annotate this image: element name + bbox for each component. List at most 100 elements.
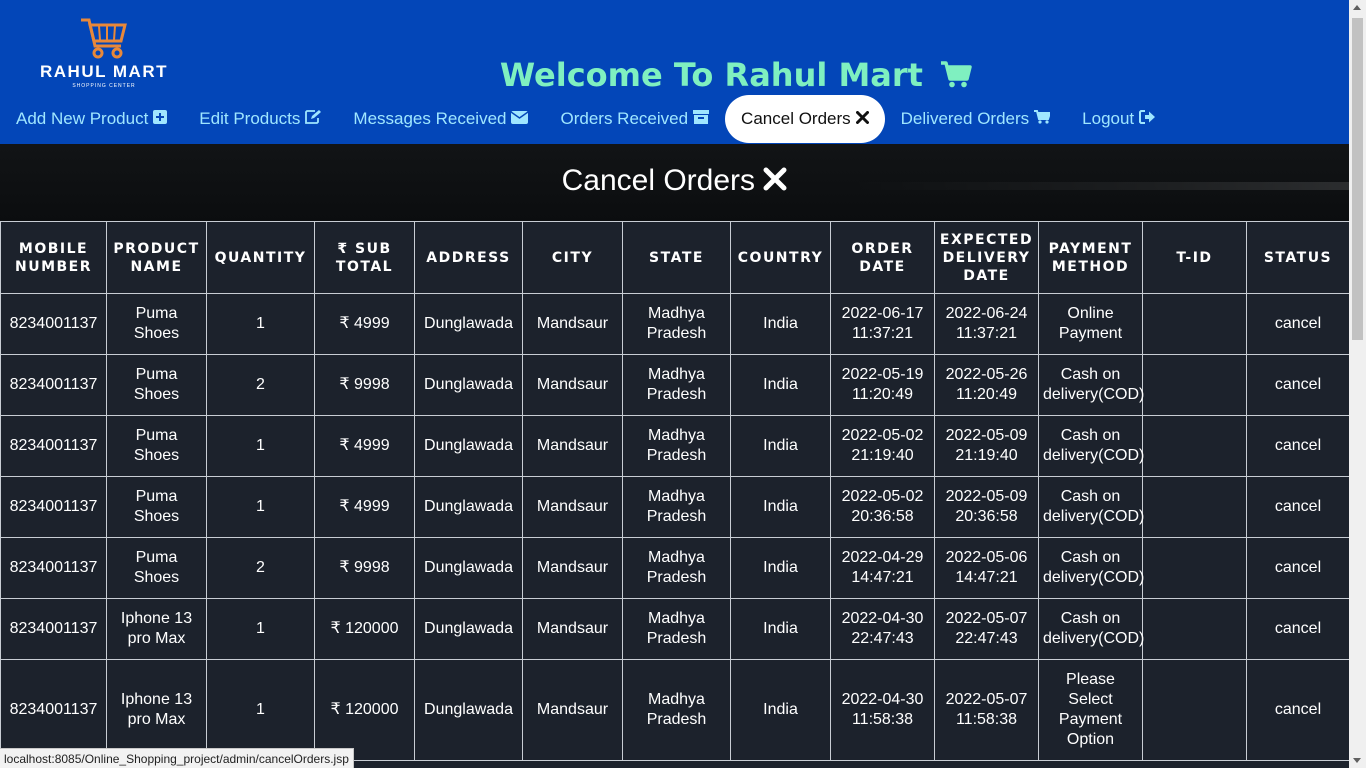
page-title: Cancel Orders [0,164,1349,198]
table-cell: 1 [206,598,315,660]
admin-nav: Add New Product Edit Products Messages R… [0,95,1172,143]
column-header: STATUS [1246,221,1349,294]
cart-logo-icon [81,18,127,59]
table-cell: Cash on delivery(COD) [1038,415,1144,477]
table-cell: 2022-05-02 20:36:58 [830,476,935,538]
cart-icon [1034,95,1052,143]
scroll-thumb[interactable] [1352,18,1363,340]
table-cell: India [730,415,831,477]
table-cell [1142,354,1247,416]
header: RAHUL MART SHOPPING CENTER Welcome To Ra… [0,0,1349,144]
table-cell: 2022-06-24 11:37:21 [934,293,1039,355]
table-cell: 8234001137 [0,415,107,477]
column-header: EXPECTED DELIVERY DATE [934,221,1039,294]
table-cell [1142,293,1247,355]
table-cell: Mandsaur [522,537,623,599]
table-cell: Puma Shoes [106,476,207,538]
table-cell: Cash on delivery(COD) [1038,476,1144,538]
table-cell: cancel [1246,598,1349,660]
table-cell: 8234001137 [0,476,107,538]
page: RAHUL MART SHOPPING CENTER Welcome To Ra… [0,0,1349,768]
nav-label: Orders Received [560,109,689,128]
table-row: 8234001137 Iphone 13 pro Max 1 ₹ 120000 Dung… [0,598,1349,660]
table-cell: Dunglawada [414,415,523,477]
table-cell: Puma Shoes [106,354,207,416]
table-cell: Madhya Pradesh [622,537,731,599]
nav-label: Cancel Orders [741,109,851,128]
nav-label: Add New Product [16,109,149,128]
column-header: COUNTRY [730,221,831,294]
table-cell: Dunglawada [414,293,523,355]
table-cell: India [730,476,831,538]
archive-icon [693,95,710,143]
table-cell: Mandsaur [522,293,623,355]
table-cell: ₹ 4999 [314,415,415,477]
table-cell: 2022-04-30 11:58:38 [830,659,935,761]
table-cell: Madhya Pradesh [622,354,731,416]
table-cell: 8234001137 [0,354,107,416]
table-cell: cancel [1246,476,1349,538]
table-cell: Dunglawada [414,659,523,761]
table-row: 8234001137 Puma Shoes 1 ₹ 4999 Dunglawada Man… [0,293,1349,355]
table-cell: Online Payment [1038,293,1143,355]
table-cell: cancel [1246,659,1349,761]
table-cell: Dunglawada [414,354,523,416]
table-cell: 2022-05-09 21:19:40 [934,415,1039,477]
nav-edit-products[interactable]: Edit Products [183,95,337,143]
envelope-icon [511,95,529,143]
table-row: 8234001137 Puma Shoes 1 ₹ 4999 Dunglawada Man… [0,415,1349,477]
nav-cancel-orders[interactable]: Cancel Orders [725,95,885,143]
column-header: ₹ SUB TOTAL [314,221,415,294]
table-cell: 2022-04-29 14:47:21 [830,537,935,599]
table-cell: 2022-04-30 22:47:43 [830,598,935,660]
table-cell: Mandsaur [522,354,623,416]
table-cell: 1 [206,659,315,761]
table-cell: India [730,659,831,761]
table-cell: Dunglawada [414,537,523,599]
table-cell [1142,476,1247,538]
table-cell: India [730,598,831,660]
vertical-scrollbar[interactable] [1349,0,1366,768]
table-cell: ₹ 120000 [314,659,415,761]
table-cell: Puma Shoes [106,537,207,599]
table-cell: 2022-05-07 22:47:43 [934,598,1039,660]
table-cell: Dunglawada [414,476,523,538]
table-cell: cancel [1246,415,1349,477]
nav-add-new-product[interactable]: Add New Product [0,95,183,143]
table-cell: Cash on delivery(COD) [1038,537,1144,599]
table-cell: ₹ 9998 [314,537,415,599]
table-cell: 2022-05-07 11:58:38 [934,659,1039,761]
cart-icon [940,58,972,96]
plus-square-icon [153,95,168,143]
table-cell [1142,598,1247,660]
page-banner: Cancel Orders [0,144,1349,221]
logout-icon [1139,95,1156,143]
table-cell: 8234001137 [0,537,107,599]
table-cell: India [730,354,831,416]
nav-logout[interactable]: Logout [1066,95,1172,143]
table-row: 8234001137 Puma Shoes 2 ₹ 9998 Dunglawada Man… [0,537,1349,599]
nav-messages-received[interactable]: Messages Received [337,95,544,143]
nav-delivered-orders[interactable]: Delivered Orders [885,95,1067,143]
table-cell: Please Select Payment Option [1038,659,1143,761]
column-header: PRODUCT NAME [106,221,207,294]
welcome-heading: Welcome To Rahul Mart [0,56,1349,96]
table-cell: ₹ 120000 [314,598,415,660]
table-row: 8234001137 Puma Shoes 2 ₹ 9998 Dunglawada Man… [0,354,1349,416]
table-cell: Puma Shoes [106,415,207,477]
table-cell: Mandsaur [522,598,623,660]
column-header: ORDER DATE [830,221,935,294]
table-cell: cancel [1246,354,1349,416]
table-cell: Mandsaur [522,659,623,761]
table-cell: Madhya Pradesh [622,476,731,538]
table-cell: 8234001137 [0,598,107,660]
table-cell: cancel [1246,293,1349,355]
table-row: 8234001137 Iphone 13 pro Max 1 ₹ 120000 Dung… [0,659,1349,761]
scroll-up-arrow-icon[interactable] [1353,5,1361,10]
table-cell: ₹ 9998 [314,354,415,416]
table-cell: Puma Shoes [106,293,207,355]
scroll-down-arrow-icon[interactable] [1353,758,1361,763]
edit-icon [305,95,322,143]
close-icon [763,164,787,197]
nav-orders-received[interactable]: Orders Received [544,95,725,143]
